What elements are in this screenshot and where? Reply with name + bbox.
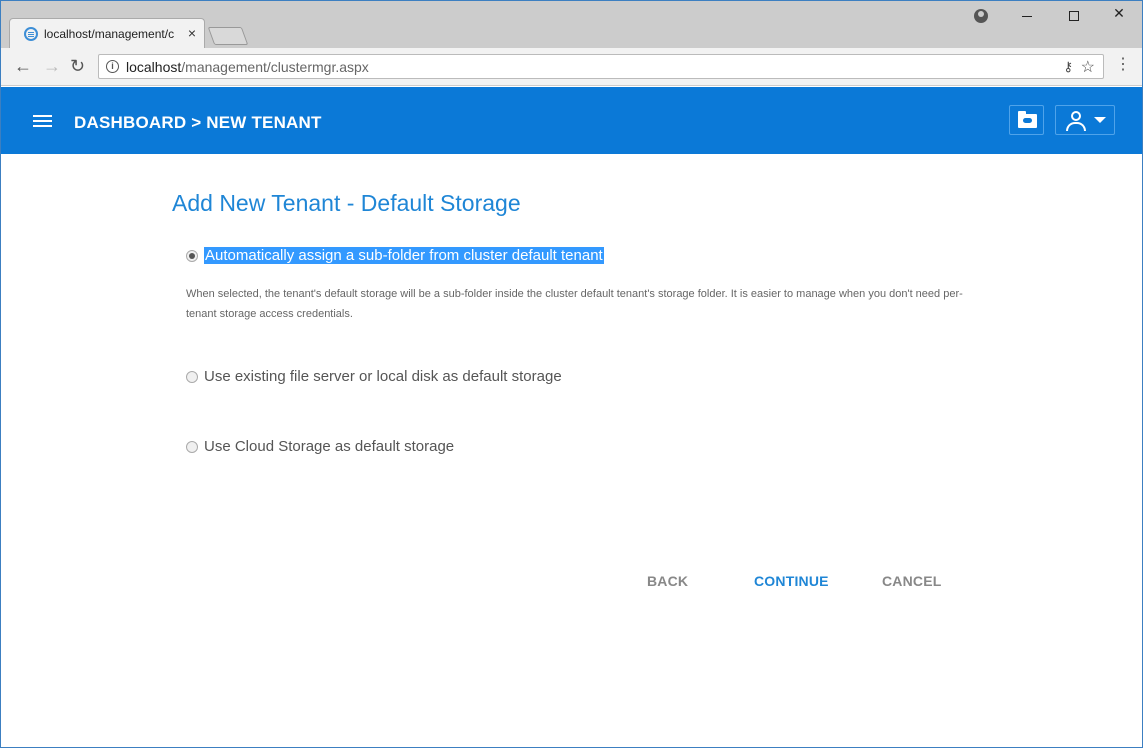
url-path: /management/clustermgr.aspx [181,59,369,75]
key-icon[interactable]: ⚷ [1063,59,1073,75]
maximize-button[interactable] [1064,5,1084,21]
info-icon[interactable]: i [106,60,119,73]
back-arrow-icon[interactable]: ← [14,56,32,76]
option-file-server[interactable]: Use existing file server or local disk a… [186,368,562,385]
tab-title: localhost/management/c [44,27,175,41]
back-button[interactable]: BACK [647,573,688,589]
url-text: localhost/management/clustermgr.aspx [126,59,369,75]
option-file-server-label: Use existing file server or local disk a… [204,368,562,385]
caret-down-icon [1094,117,1106,123]
forward-arrow-icon[interactable]: → [43,56,61,76]
radio-auto-subfolder[interactable] [186,249,198,262]
cloud-folder-icon [1018,111,1037,128]
browser-toolbar: ← → ↻ i localhost/management/clustermgr.… [1,48,1142,86]
option-description: When selected, the tenant's default stor… [186,288,963,320]
close-window-button[interactable]: ✕ [1109,5,1129,22]
minimize-button[interactable] [1017,3,1037,17]
address-bar[interactable]: i localhost/management/clustermgr.aspx ⚷… [98,54,1104,79]
browser-menu-icon[interactable]: ⋮ [1115,56,1131,74]
browser-window: localhost/management/c × ✕ ← → ↻ i local… [0,0,1143,748]
user-icon [1065,111,1087,131]
bookmark-star-icon[interactable]: ☆ [1081,57,1095,77]
page-favicon-icon [24,27,38,41]
maximize-icon [1069,11,1079,21]
continue-button[interactable]: CONTINUE [754,573,829,589]
radio-cloud-storage[interactable] [186,440,198,453]
hamburger-menu-icon[interactable] [33,115,52,129]
cloud-folder-button[interactable] [1009,105,1044,135]
tab-close-icon[interactable]: × [188,25,196,41]
new-tab-button[interactable] [207,27,249,45]
tab-strip: localhost/management/c × ✕ [1,1,1142,48]
radio-file-server[interactable] [186,370,198,383]
minimize-icon [1022,16,1032,17]
option-cloud-storage-label: Use Cloud Storage as default storage [204,438,455,455]
reload-icon[interactable]: ↻ [70,56,85,76]
page-title: Add New Tenant - Default Storage [172,190,521,216]
breadcrumb: DASHBOARD > NEW TENANT [74,113,322,132]
profile-icon[interactable] [974,9,988,23]
app-header: DASHBOARD > NEW TENANT [1,87,1142,154]
option-auto-subfolder-label: Automatically assign a sub-folder from c… [204,247,604,264]
browser-tab[interactable]: localhost/management/c × [9,18,205,48]
cancel-button[interactable]: CANCEL [882,573,942,589]
option-auto-subfolder[interactable]: Automatically assign a sub-folder from c… [186,247,604,264]
option-cloud-storage[interactable]: Use Cloud Storage as default storage [186,438,454,455]
url-host: localhost [126,59,182,75]
user-menu-button[interactable] [1055,105,1115,135]
